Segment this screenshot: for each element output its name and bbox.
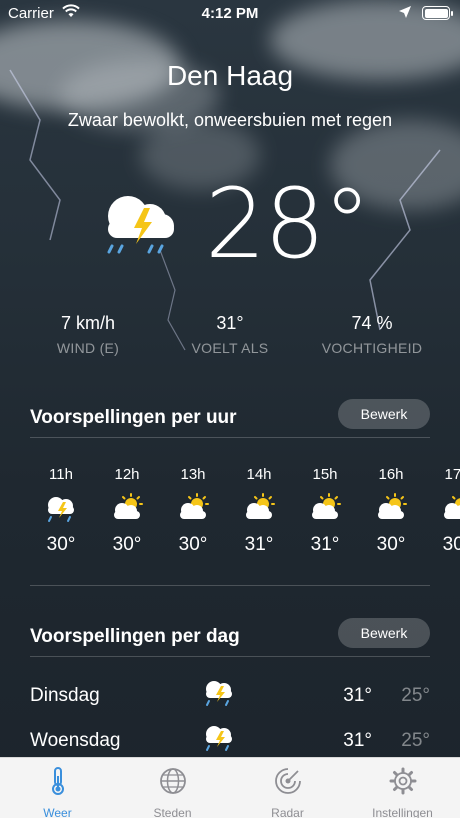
hour-label: 14h (246, 466, 272, 483)
partly-cloudy-icon (114, 493, 143, 519)
hour-temp: 31° (310, 534, 340, 555)
divider (30, 437, 430, 438)
hour-item: 13h 30° (160, 466, 226, 556)
hour-item: 17h 30° (424, 466, 460, 556)
tab-weer[interactable]: Weer (0, 758, 115, 818)
hour-label: 13h (180, 466, 206, 483)
metric-humidity: 74 % VOCHTIGHEID (297, 313, 447, 356)
divider (30, 656, 430, 657)
hour-temp: 30° (376, 534, 406, 555)
battery-icon (422, 6, 453, 20)
tab-radar[interactable]: Radar (230, 758, 345, 818)
hour-item: 12h 30° (94, 466, 160, 556)
city-name: Den Haag (166, 60, 294, 91)
hourly-forecast-title: Voorspellingen per uur (30, 407, 237, 428)
radar-icon (274, 768, 301, 794)
metric-feels-like: 31° VOELT ALS (155, 313, 305, 356)
gear-icon (389, 767, 416, 795)
day-min-temp: 25° (401, 730, 430, 751)
edit-hourly-button[interactable]: Bewerk (338, 399, 430, 429)
hourly-forecast-list[interactable]: 11h 30° 12h 30° 13h 30° 14h 31° 15h 31° … (28, 466, 460, 566)
thunderstorm-icon (206, 681, 232, 706)
day-min-temp: 25° (401, 685, 430, 706)
status-bar: Carrier 4:12 PM (0, 0, 460, 28)
daily-forecast-header: Voorspellingen per dag Bewerk (30, 618, 430, 658)
day-name: Woensdag (30, 730, 121, 751)
hour-label: 17h (444, 466, 460, 483)
thermometer-icon (51, 767, 64, 795)
day-row[interactable]: Dinsdag 31° 25° (30, 681, 430, 713)
tab-label: Radar (271, 806, 304, 818)
thunderstorm-rain-icon (107, 196, 174, 254)
hourly-forecast-header: Voorspellingen per uur Bewerk (30, 399, 430, 439)
hour-label: 11h (49, 466, 73, 483)
tab-label: Weer (43, 806, 72, 818)
day-name: Dinsdag (30, 685, 100, 706)
tab-bar: Weer Steden Radar Instellingen (0, 757, 460, 818)
hour-temp: 30° (178, 534, 208, 555)
partly-cloudy-icon (378, 493, 407, 519)
hour-item: 11h 30° (28, 466, 94, 556)
current-temperature: 28° (205, 168, 371, 280)
hour-label: 15h (312, 466, 338, 483)
edit-daily-button[interactable]: Bewerk (338, 618, 430, 648)
hour-label: 16h (378, 466, 404, 483)
metric-label: VOELT ALS (191, 340, 269, 356)
day-row[interactable]: Woensdag 31° 25° (30, 726, 430, 758)
day-max-temp: 31° (343, 730, 372, 751)
hour-temp: 31° (244, 534, 274, 555)
hour-item: 15h 31° (292, 466, 358, 556)
weather-description: Zwaar bewolkt, onweersbuien met regen (67, 110, 393, 130)
day-max-temp: 31° (343, 685, 372, 706)
status-time: 4:12 PM (201, 5, 259, 22)
metric-value: 7 km/h (60, 313, 116, 333)
hour-label: 12h (114, 466, 140, 483)
hour-temp: 30° (46, 534, 76, 555)
hour-item: 14h 31° (226, 466, 292, 556)
hour-temp: 30° (442, 534, 460, 555)
divider (30, 585, 430, 586)
partly-cloudy-icon (312, 493, 341, 519)
hour-temp: 30° (112, 534, 142, 555)
tab-label: Steden (153, 806, 192, 818)
tab-label: Instellingen (372, 806, 433, 818)
metric-label: WIND (E) (56, 340, 120, 356)
daily-forecast-title: Voorspellingen per dag (30, 626, 240, 647)
thunderstorm-icon (206, 726, 232, 751)
metric-label: VOCHTIGHEID (321, 340, 423, 356)
metric-value: 31° (216, 313, 244, 333)
metric-value: 74 % (351, 313, 393, 333)
hour-item: 16h 30° (358, 466, 424, 556)
tab-instellingen[interactable]: Instellingen (345, 758, 460, 818)
partly-cloudy-icon (180, 493, 209, 519)
partly-cloudy-icon (444, 496, 460, 519)
globe-icon (159, 768, 186, 794)
location-arrow-icon (399, 6, 411, 18)
partly-cloudy-icon (246, 493, 275, 519)
metric-wind: 7 km/h WIND (E) (13, 313, 163, 356)
thunderstorm-icon (48, 497, 74, 522)
tab-steden[interactable]: Steden (115, 758, 230, 818)
